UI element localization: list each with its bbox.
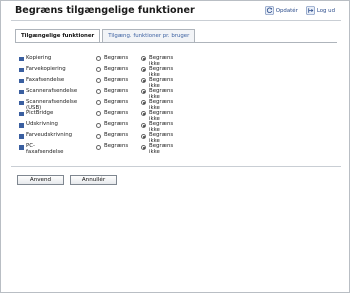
restrict-radio[interactable]: [96, 100, 101, 106]
page-frame: Begræns tilgængelige funktioner Opdatér …: [0, 0, 350, 293]
no-restrict-radio[interactable]: [141, 133, 146, 139]
restrict-label: Begræns: [104, 98, 129, 105]
bullet-icon: [19, 123, 24, 128]
no-restrict-radio[interactable]: [141, 56, 146, 61]
bullet-icon: [19, 145, 24, 150]
restrict-radio[interactable]: [96, 67, 101, 73]
restrict-label: Begræns: [104, 132, 129, 139]
apply-button[interactable]: Anvend: [17, 175, 64, 185]
restrict-radio[interactable]: [96, 111, 101, 117]
form-divider: [11, 166, 341, 167]
tab-bar: Tilgængelige funktioner Tilgæng. funktio…: [15, 29, 197, 43]
refresh-icon: [264, 6, 274, 15]
bullet-icon: [19, 89, 24, 95]
restrict-radio[interactable]: [96, 89, 101, 95]
bullet-icon: [19, 100, 24, 106]
page-title: Begræns tilgængelige funktioner: [15, 5, 195, 16]
function-label: PC-faxafsendelse: [26, 143, 64, 156]
restrict-label: Begræns: [104, 121, 129, 128]
refresh-label: Opdatér: [275, 7, 298, 14]
restrict-radio[interactable]: [96, 144, 101, 150]
header-divider: [11, 20, 341, 21]
restrict-label: Begræns: [104, 109, 129, 116]
restrict-label: Begræns: [104, 87, 129, 94]
restrict-radio[interactable]: [96, 122, 101, 128]
no-restrict-radio[interactable]: [141, 100, 146, 106]
no-restrict-radio[interactable]: [141, 78, 146, 84]
restrict-label: Begræns: [104, 143, 129, 150]
logout-link[interactable]: Log ud: [305, 6, 335, 15]
restrict-label: Begræns: [104, 54, 129, 61]
function-label: Farveudskrivning: [26, 132, 73, 139]
bullet-icon: [19, 134, 24, 139]
restrict-radio[interactable]: [96, 133, 101, 139]
function-label: Faxafsendelse: [26, 76, 65, 83]
no-restrict-radio[interactable]: [141, 111, 146, 117]
top-actions: Opdatér Log ud: [264, 6, 335, 15]
no-restrict-label: Begræns ikke: [149, 143, 174, 156]
restrict-label: Begræns: [104, 65, 129, 72]
no-restrict-radio[interactable]: [141, 89, 146, 95]
logout-label: Log ud: [316, 7, 335, 14]
restrict-radio[interactable]: [96, 78, 101, 84]
no-restrict-radio[interactable]: [141, 122, 146, 128]
tab-underline: [15, 42, 337, 43]
bullet-icon: [19, 78, 24, 84]
no-restrict-radio[interactable]: [141, 144, 146, 150]
bullet-icon: [19, 56, 24, 61]
function-label: Farvekopiering: [26, 65, 66, 72]
function-label: Scannerafsendelse: [26, 87, 78, 94]
function-label: PictBridge: [26, 109, 54, 116]
bullet-icon: [19, 111, 24, 117]
cancel-button[interactable]: Annullér: [70, 175, 117, 185]
logout-icon: [305, 6, 315, 15]
no-restrict-radio[interactable]: [141, 67, 146, 73]
tab-functions-per-user[interactable]: Tilgæng. funktioner pr. bruger: [102, 29, 196, 43]
tab-available-functions[interactable]: Tilgængelige funktioner: [15, 29, 101, 43]
refresh-link[interactable]: Opdatér: [264, 6, 298, 15]
action-buttons: Anvend Annullér: [17, 175, 117, 185]
restrict-label: Begræns: [104, 76, 129, 83]
function-label: Udskrivning: [26, 121, 58, 128]
restrict-radio[interactable]: [96, 56, 101, 61]
bullet-icon: [19, 67, 24, 73]
function-label: Kopiering: [26, 54, 52, 61]
